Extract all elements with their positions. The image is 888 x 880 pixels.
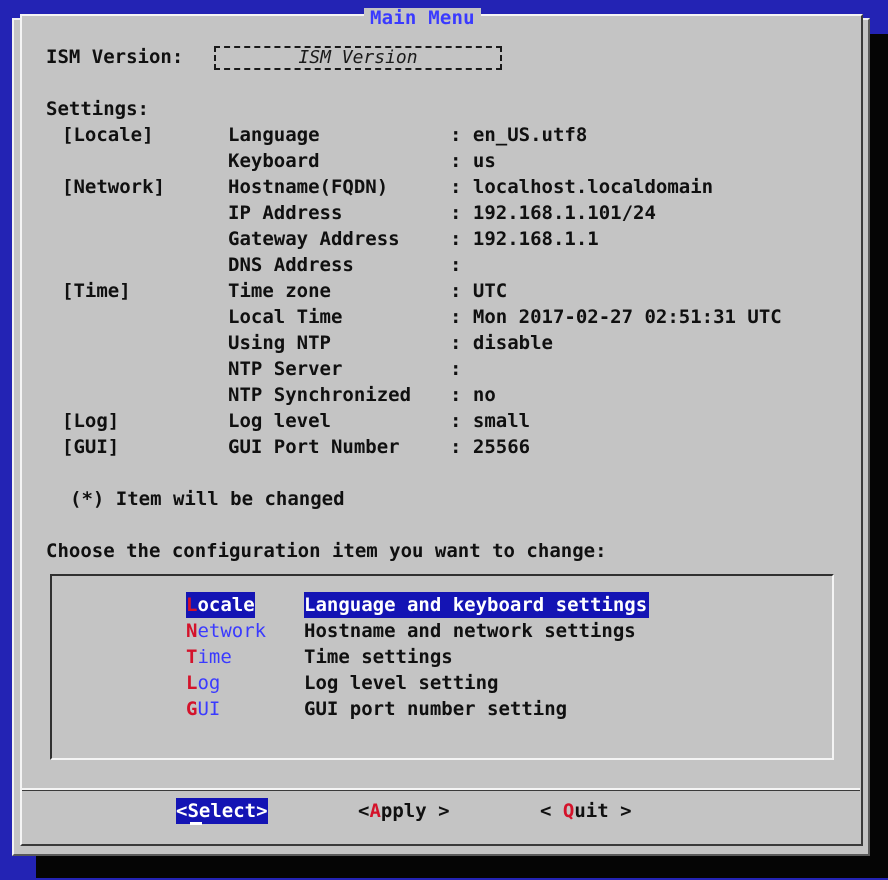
button-separator (22, 788, 860, 791)
menu-hotkey: L (186, 594, 198, 616)
apply-button[interactable]: <Apply > (358, 798, 450, 824)
group-time: [Time] (62, 280, 131, 302)
select-rest: elect> (198, 800, 268, 822)
menu-item-locale[interactable]: Locale (186, 592, 255, 618)
setting-value-hostname: : localhost.localdomain (450, 176, 714, 198)
setting-value-log-level: : small (450, 410, 531, 432)
menu-tag-label: UI (197, 698, 221, 720)
setting-key-dns: DNS Address (228, 254, 354, 276)
text-cursor (190, 822, 202, 825)
setting-key-keyboard: Keyboard (228, 150, 320, 172)
menu-item-time[interactable]: Time (186, 644, 232, 670)
setting-key-language: Language (228, 124, 320, 146)
setting-value-using-ntp: : disable (450, 332, 553, 354)
setting-value-ntp-synchronized: : no (450, 384, 496, 406)
change-note: (*) Item will be changed (70, 488, 345, 510)
menu-desc-gui[interactable]: GUI port number setting (304, 696, 567, 722)
select-open: < (176, 800, 188, 822)
setting-key-gui-port: GUI Port Number (228, 436, 400, 458)
ism-version-label: ISM Version: (46, 46, 184, 68)
group-log: [Log] (62, 410, 120, 432)
setting-value-gui-port: : 25566 (450, 436, 531, 458)
menu-tag-label: og (197, 672, 221, 694)
setting-value-ntp-server: : (450, 358, 462, 380)
menu-hotkey: N (186, 620, 198, 642)
select-hotkey: S (187, 800, 199, 822)
settings-heading: Settings: (46, 98, 149, 120)
quit-open: < (540, 800, 563, 822)
quit-button[interactable]: < Quit > (540, 798, 632, 824)
select-button[interactable]: <Select> (176, 798, 268, 824)
setting-key-time-zone: Time zone (228, 280, 331, 302)
setting-value-ip-address: : 192.168.1.101/24 (450, 202, 656, 224)
setting-key-ip-address: IP Address (228, 202, 343, 224)
setting-value-gateway: : 192.168.1.1 (450, 228, 599, 250)
menu-desc-log[interactable]: Log level setting (304, 670, 498, 696)
setting-value-local-time: : Mon 2017-02-27 02:51:31 UTC (450, 306, 782, 328)
setting-value-language: : en_US.utf8 (450, 124, 588, 146)
quit-hotkey: Q (562, 800, 575, 822)
setting-key-ntp-server: NTP Server (228, 358, 343, 380)
apply-open: < (358, 800, 370, 822)
menu-item-log[interactable]: Log (186, 670, 220, 696)
setting-value-dns: : (450, 254, 462, 276)
setting-key-ntp-synchronized: NTP Synchronized (228, 384, 412, 406)
setting-key-gateway: Gateway Address (228, 228, 400, 250)
menu-tag-label: ocale (197, 594, 255, 616)
group-gui: [GUI] (62, 436, 120, 458)
setting-value-keyboard: : us (450, 150, 496, 172)
setting-key-hostname: Hostname(FQDN) (228, 176, 389, 198)
setting-key-log-level: Log level (228, 410, 331, 432)
apply-hotkey: A (369, 800, 381, 822)
setting-value-time-zone: : UTC (450, 280, 508, 302)
menu-hotkey: G (186, 698, 198, 720)
ism-version-field: ISM Version (214, 46, 502, 70)
menu-desc-time[interactable]: Time settings (304, 644, 453, 670)
apply-rest: pply > (380, 800, 450, 822)
menu-hotkey: L (186, 672, 198, 694)
menu-hotkey: T (186, 646, 198, 668)
choose-prompt: Choose the configuration item you want t… (46, 540, 607, 562)
menu-desc-network[interactable]: Hostname and network settings (304, 618, 636, 644)
menu-desc-locale[interactable]: Language and keyboard settings (304, 592, 650, 618)
menu-tag-label: ime (197, 646, 232, 668)
menu-tag-label: etwork (197, 620, 267, 642)
setting-key-using-ntp: Using NTP (228, 332, 331, 354)
group-locale: [Locale] (62, 124, 154, 146)
menu-item-gui[interactable]: GUI (186, 696, 220, 722)
menu-item-network[interactable]: Network (186, 618, 266, 644)
quit-rest: uit > (574, 800, 632, 822)
dialog-title: Main Menu (364, 8, 481, 28)
group-network: [Network] (62, 176, 165, 198)
setting-key-local-time: Local Time (228, 306, 343, 328)
